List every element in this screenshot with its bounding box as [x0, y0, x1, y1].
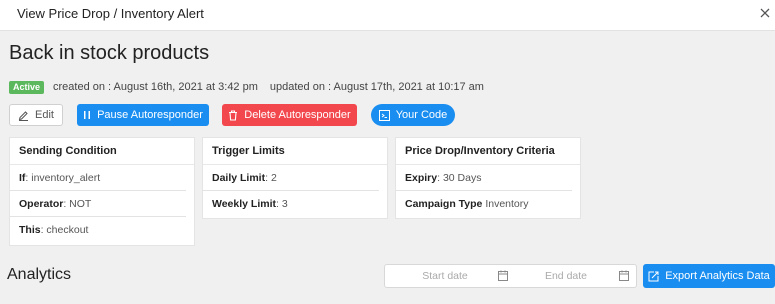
export-analytics-button[interactable]: Export Analytics Data: [643, 264, 775, 288]
start-date-input[interactable]: Start date: [385, 265, 505, 287]
meta-row: Active created on : August 16th, 2021 at…: [9, 80, 484, 94]
window-header: View Price Drop / Inventory Alert: [0, 0, 775, 31]
export-icon: [648, 271, 659, 281]
export-label: Export Analytics Data: [665, 270, 770, 282]
page-title: Back in stock products: [9, 42, 210, 64]
analytics-heading: Analytics: [7, 266, 72, 283]
edit-label: Edit: [35, 109, 54, 121]
code-icon: [378, 109, 390, 121]
edit-button[interactable]: Edit: [9, 104, 63, 126]
row-key: Operator: [19, 198, 64, 210]
created-text: created on : August 16th, 2021 at 3:42 p…: [53, 81, 258, 93]
status-badge: Active: [9, 80, 45, 94]
code-label: Your Code: [395, 109, 448, 121]
your-code-button[interactable]: Your Code: [371, 104, 455, 126]
pause-icon: [84, 111, 91, 119]
calendar-icon[interactable]: [498, 270, 508, 281]
criteria-card: Price Drop/Inventory Criteria Expiry: 30…: [395, 137, 581, 219]
row-value: Inventory: [482, 198, 529, 210]
trigger-row-weekly: Weekly Limit: 3: [203, 191, 387, 217]
row-value: : 3: [276, 198, 288, 210]
card-title: Sending Condition: [10, 138, 194, 165]
sending-condition-card: Sending Condition If: inventory_alert Op…: [9, 137, 195, 246]
delete-autoresponder-button[interactable]: Delete Autoresponder: [222, 104, 357, 126]
row-key: Campaign Type: [405, 198, 483, 210]
row-value: : 30 Days: [437, 172, 482, 184]
row-key: Weekly Limit: [212, 198, 276, 210]
row-key: This: [19, 224, 41, 236]
row-value: : inventory_alert: [25, 172, 101, 184]
condition-row-operator: Operator: NOT: [10, 191, 186, 217]
pause-label: Pause Autoresponder: [97, 109, 203, 121]
row-value: : checkout: [40, 224, 89, 236]
trigger-row-daily: Daily Limit: 2: [203, 165, 379, 191]
delete-label: Delete Autoresponder: [244, 109, 351, 121]
row-key: Expiry: [405, 172, 438, 184]
row-key: Daily Limit: [212, 172, 266, 184]
updated-text: updated on : August 17th, 2021 at 10:17 …: [269, 81, 484, 93]
window-title: View Price Drop / Inventory Alert: [17, 6, 204, 21]
calendar-icon[interactable]: [619, 270, 629, 281]
trash-icon: [229, 109, 238, 121]
close-icon[interactable]: [760, 4, 772, 22]
criteria-row-expiry: Expiry: 30 Days: [396, 165, 572, 191]
card-title: Trigger Limits: [203, 138, 387, 165]
row-value: : 2: [265, 172, 277, 184]
condition-row-if: If: inventory_alert: [10, 165, 186, 191]
card-title: Price Drop/Inventory Criteria: [396, 138, 580, 165]
condition-row-this: This: checkout: [10, 217, 194, 243]
trigger-limits-card: Trigger Limits Daily Limit: 2 Weekly Lim…: [202, 137, 388, 219]
row-value: : NOT: [63, 198, 92, 210]
pause-autoresponder-button[interactable]: Pause Autoresponder: [77, 104, 209, 126]
date-range-picker[interactable]: Start date End date: [384, 264, 637, 288]
pencil-icon: [18, 110, 29, 121]
criteria-row-campaign-type: Campaign Type Inventory: [396, 191, 580, 217]
end-date-input[interactable]: End date: [511, 265, 621, 287]
